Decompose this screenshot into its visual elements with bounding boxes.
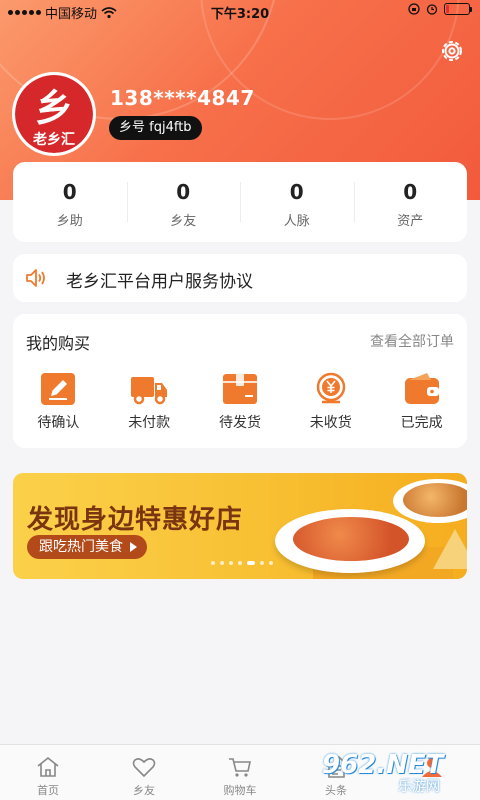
gear-icon[interactable]: [439, 38, 465, 64]
status-bar: 中国移动 下午3:20: [0, 0, 480, 22]
stat-renmai[interactable]: 0 人脉: [240, 162, 354, 242]
stat-value: 0: [289, 180, 304, 204]
user-id-badge: 乡号 fqj4ftb: [109, 116, 202, 140]
brand-logo-mark: 乡: [34, 86, 73, 130]
carousel-dot: [211, 561, 215, 565]
agreement-banner[interactable]: 老乡汇平台用户服务协议: [13, 254, 467, 302]
orientation-lock-icon: [408, 3, 420, 15]
stat-zichan[interactable]: 0 资产: [353, 162, 468, 242]
order-to-ship[interactable]: 待发货: [195, 372, 286, 432]
brand-logo-text: 老乡汇: [33, 132, 75, 148]
heart-icon: [132, 758, 156, 778]
banner-food-image: [293, 517, 409, 561]
order-label: 待确认: [37, 415, 80, 431]
stat-label: 资产: [397, 214, 424, 229]
banner-food-image: [403, 483, 467, 517]
watermark-text: 乐游网: [398, 779, 440, 795]
user-phone: 138****4847: [110, 86, 255, 110]
carousel-dot: [247, 561, 255, 565]
stat-xiangzhu[interactable]: 0 乡助: [13, 162, 127, 242]
tab-home[interactable]: 首页: [0, 745, 96, 800]
stat-xiangyou[interactable]: 0 乡友: [126, 162, 241, 242]
view-all-orders-link[interactable]: 查看全部订单: [370, 331, 454, 351]
agreement-text[interactable]: 老乡汇平台用户服务协议: [66, 267, 253, 292]
banner-headline: 发现身边特惠好店: [27, 505, 244, 535]
stat-label: 乡助: [56, 214, 83, 229]
carousel-dot: [238, 561, 242, 565]
banner-pizza-image: [433, 529, 467, 569]
edit-icon: [41, 373, 76, 405]
order-label: 未付款: [128, 415, 171, 431]
promo-banner[interactable]: 发现身边特惠好店 跟吃热门美食: [13, 473, 467, 579]
box-icon: [222, 374, 257, 404]
order-unreceived[interactable]: 未收货: [285, 372, 376, 432]
tab-label: 购物车: [223, 784, 257, 797]
speaker-icon: [26, 269, 45, 287]
order-label: 待发货: [218, 415, 261, 431]
carousel-dot: [260, 561, 264, 565]
section-title: 我的购买: [26, 334, 91, 353]
order-label: 未收货: [309, 415, 352, 431]
wallet-icon: [404, 373, 439, 404]
order-completed[interactable]: 已完成: [376, 372, 467, 432]
stat-label: 人脉: [283, 214, 310, 229]
status-icons: [408, 3, 472, 15]
yen-coin-icon: [316, 372, 346, 404]
carousel-dot: [220, 561, 224, 565]
alarm-icon: [426, 4, 438, 15]
stat-value: 0: [403, 180, 418, 204]
cart-icon: [229, 758, 251, 777]
stats-card: 0 乡助 0 乡友 0 人脉 0 资产: [13, 162, 467, 242]
watermark: 962.NET 乐游网: [322, 750, 472, 795]
truck-icon: [131, 377, 168, 405]
tab-label: 首页: [37, 784, 59, 797]
order-label: 已完成: [400, 415, 443, 431]
avatar[interactable]: 乡 老乡汇: [12, 72, 96, 156]
carousel-dot: [269, 561, 273, 565]
order-status-row: 待确认 未付款 待发货 未收货 已完成: [13, 372, 467, 432]
stat-label: 乡友: [170, 214, 197, 229]
carousel-indicator: [211, 561, 273, 565]
tab-friends[interactable]: 乡友: [96, 745, 192, 800]
my-purchases-card: 我的购买 查看全部订单 待确认 未付款 待发货 未收货 已完成: [13, 314, 467, 448]
tab-label: 乡友: [133, 784, 155, 797]
battery-level: [446, 5, 449, 13]
stat-value: 0: [176, 180, 191, 204]
banner-cta-button[interactable]: 跟吃热门美食: [27, 535, 147, 559]
stat-value: 0: [62, 180, 77, 204]
order-pending-confirm[interactable]: 待确认: [13, 372, 104, 432]
carousel-dot: [229, 561, 233, 565]
home-icon: [37, 756, 59, 777]
battery-icon: [444, 3, 472, 15]
order-unpaid[interactable]: 未付款: [104, 372, 195, 432]
tab-cart[interactable]: 购物车: [192, 745, 288, 800]
